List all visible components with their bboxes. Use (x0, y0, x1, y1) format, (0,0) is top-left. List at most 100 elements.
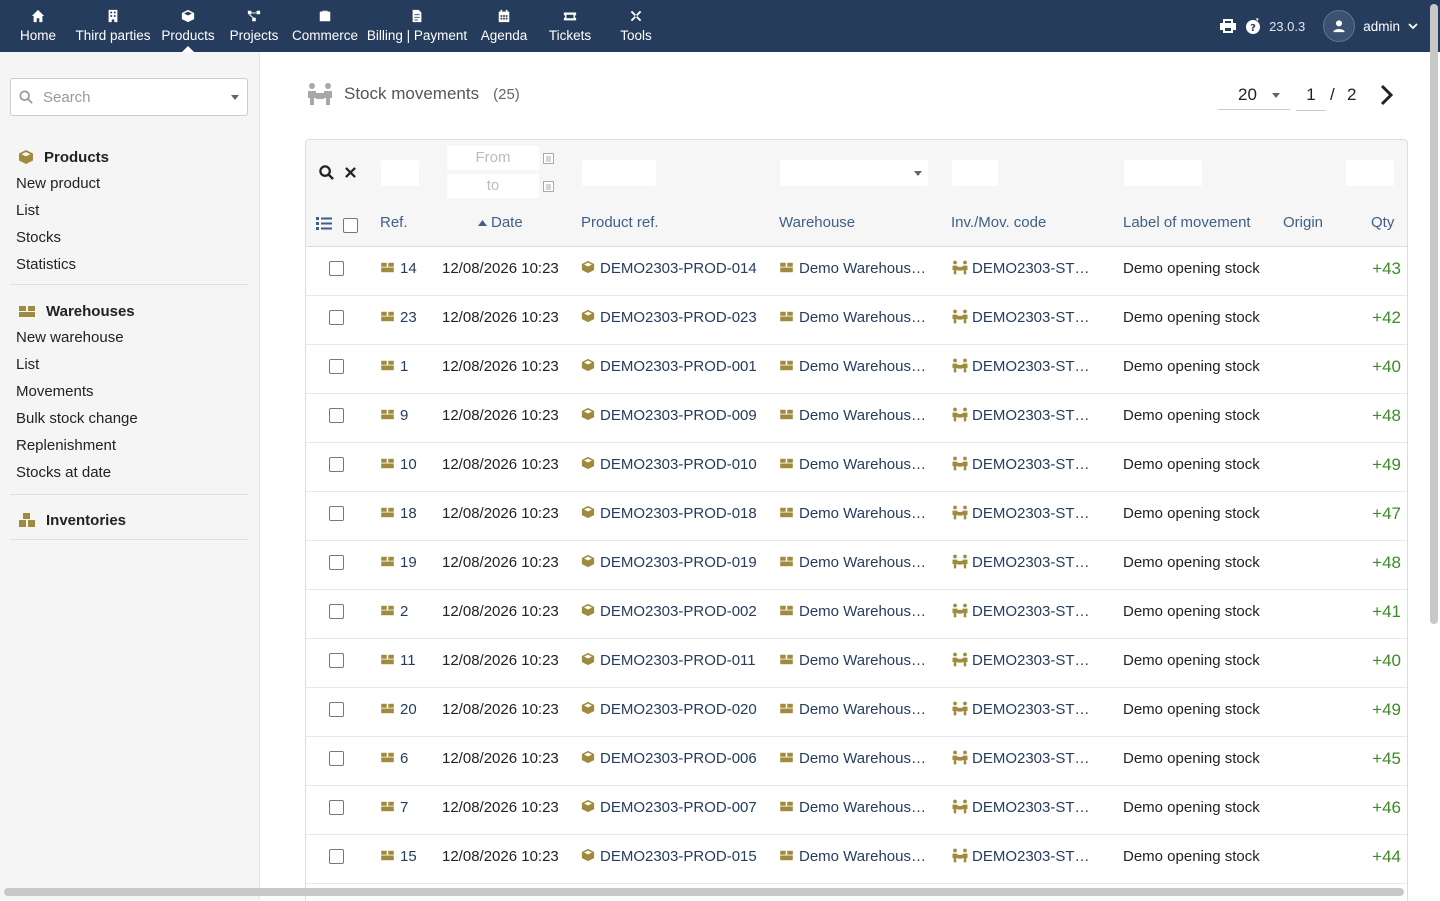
cell-product-link[interactable]: DEMO2303-PROD-019 (581, 540, 757, 589)
nav-projects[interactable]: Projects (228, 0, 280, 52)
cell-ref-link[interactable]: 1 (380, 344, 408, 393)
search-icon[interactable] (319, 165, 334, 180)
column-header-origin[interactable]: Origin (1283, 206, 1323, 246)
cell-inv-code-link[interactable]: DEMO2303-ST… (951, 589, 1090, 638)
cell-inv-code-link[interactable]: DEMO2303-ST… (951, 638, 1090, 687)
row-checkbox[interactable] (329, 457, 344, 472)
column-header-label[interactable]: Label of movement (1123, 206, 1251, 246)
cell-ref-link[interactable]: 15 (380, 834, 417, 883)
row-checkbox[interactable] (329, 702, 344, 717)
menu-inventories-title[interactable]: Inventories (10, 507, 248, 533)
row-checkbox[interactable] (329, 408, 344, 423)
row-checkbox[interactable] (329, 751, 344, 766)
vertical-scrollbar[interactable] (1430, 4, 1438, 624)
menu-link-bulk-stock-change[interactable]: Bulk stock change (10, 405, 248, 432)
next-page-icon[interactable] (1378, 84, 1396, 106)
row-checkbox[interactable] (329, 506, 344, 521)
cell-warehouse-link[interactable]: Demo Warehous… (779, 834, 926, 883)
cell-product-link[interactable]: DEMO2303-PROD-002 (581, 589, 757, 638)
filter-date-to[interactable]: to (447, 174, 539, 198)
cell-warehouse-link[interactable]: Demo Warehous… (779, 687, 926, 736)
column-header-warehouse[interactable]: Warehouse (779, 206, 855, 246)
cell-warehouse-link[interactable]: Demo Warehous… (779, 540, 926, 589)
column-header-qty[interactable]: Qty (1371, 206, 1394, 246)
nav-agenda[interactable]: Agenda (478, 0, 530, 52)
cell-product-link[interactable]: DEMO2303-PROD-018 (581, 491, 757, 540)
column-header-inv-code[interactable]: Inv./Mov. code (951, 206, 1046, 246)
cell-ref-link[interactable]: 10 (380, 442, 417, 491)
sort-ascending-icon[interactable] (478, 220, 487, 226)
row-checkbox[interactable] (329, 653, 344, 668)
cell-ref-link[interactable]: 23 (380, 295, 417, 344)
cell-inv-code-link[interactable]: DEMO2303-ST… (951, 344, 1090, 393)
cell-inv-code-link[interactable]: DEMO2303-ST… (951, 540, 1090, 589)
row-checkbox[interactable] (329, 261, 344, 276)
search-box[interactable] (10, 78, 248, 116)
cell-warehouse-link[interactable]: Demo Warehous… (779, 393, 926, 442)
clear-filters-icon[interactable] (345, 167, 356, 178)
select-all-checkbox[interactable] (343, 218, 358, 233)
cell-warehouse-link[interactable]: Demo Warehous… (779, 344, 926, 393)
nav-tools[interactable]: Tools (616, 0, 656, 52)
cell-product-link[interactable]: DEMO2303-PROD-007 (581, 785, 757, 834)
cell-warehouse-link[interactable]: Demo Warehous… (779, 736, 926, 785)
cell-inv-code-link[interactable]: DEMO2303-ST… (951, 687, 1090, 736)
menu-link-replenishment[interactable]: Replenishment (10, 432, 248, 459)
cell-product-link[interactable]: DEMO2303-PROD-009 (581, 393, 757, 442)
cell-product-link[interactable]: DEMO2303-PROD-023 (581, 295, 757, 344)
filter-product-ref[interactable] (582, 160, 656, 186)
page-current-input[interactable]: 1 (1296, 80, 1326, 111)
cell-product-link[interactable]: DEMO2303-PROD-001 (581, 344, 757, 393)
cell-product-link[interactable]: DEMO2303-PROD-011 (581, 638, 756, 687)
menu-link-products-list[interactable]: List (10, 197, 248, 224)
cell-inv-code-link[interactable]: DEMO2303-ST… (951, 491, 1090, 540)
cell-product-link[interactable]: DEMO2303-PROD-015 (581, 834, 757, 883)
menu-products-title[interactable]: Products (10, 144, 248, 170)
search-dropdown-caret[interactable] (231, 95, 239, 100)
nav-commerce[interactable]: Commerce (290, 0, 360, 52)
cell-inv-code-link[interactable]: DEMO2303-ST… (951, 442, 1090, 491)
nav-tickets[interactable]: Tickets (544, 0, 596, 52)
column-header-date[interactable]: Date (491, 206, 523, 246)
row-checkbox[interactable] (329, 849, 344, 864)
search-input[interactable] (41, 87, 215, 107)
page-size-select[interactable]: 20 (1218, 80, 1290, 110)
filter-label[interactable] (1124, 160, 1202, 186)
cell-warehouse-link[interactable]: Demo Warehous… (779, 589, 926, 638)
cell-inv-code-link[interactable]: DEMO2303-ST… (951, 393, 1090, 442)
cell-warehouse-link[interactable]: Demo Warehous… (779, 246, 926, 295)
horizontal-scrollbar[interactable] (4, 888, 1404, 896)
cell-ref-link[interactable]: 7 (380, 785, 408, 834)
nav-third-parties[interactable]: Third parties (74, 0, 152, 52)
cell-warehouse-link[interactable]: Demo Warehous… (779, 442, 926, 491)
help-icon[interactable]: ? (1245, 17, 1261, 35)
nav-billing-payment[interactable]: Billing | Payment (366, 0, 468, 52)
cell-product-link[interactable]: DEMO2303-PROD-006 (581, 736, 757, 785)
nav-products[interactable]: Products (160, 0, 216, 52)
filter-inv-code[interactable] (952, 160, 998, 186)
row-checkbox[interactable] (329, 359, 344, 374)
menu-link-statistics[interactable]: Statistics (10, 251, 248, 278)
filter-date-from[interactable]: From (447, 146, 539, 170)
cell-ref-link[interactable]: 18 (380, 491, 417, 540)
menu-link-stocks[interactable]: Stocks (10, 224, 248, 251)
cell-ref-link[interactable]: 14 (380, 246, 417, 295)
user-menu[interactable]: admin (1323, 10, 1418, 42)
calendar-icon[interactable] (543, 181, 554, 192)
cell-inv-code-link[interactable]: DEMO2303-ST… (951, 246, 1090, 295)
calendar-icon[interactable] (543, 153, 554, 164)
cell-product-link[interactable]: DEMO2303-PROD-010 (581, 442, 757, 491)
menu-link-warehouses-list[interactable]: List (10, 351, 248, 378)
cell-inv-code-link[interactable]: DEMO2303-ST… (951, 295, 1090, 344)
cell-ref-link[interactable]: 19 (380, 540, 417, 589)
cell-ref-link[interactable]: 6 (380, 736, 408, 785)
row-checkbox[interactable] (329, 604, 344, 619)
cell-inv-code-link[interactable]: DEMO2303-ST… (951, 785, 1090, 834)
list-icon[interactable] (316, 217, 332, 230)
cell-inv-code-link[interactable]: DEMO2303-ST… (951, 736, 1090, 785)
nav-home[interactable]: Home (16, 0, 60, 52)
row-checkbox[interactable] (329, 800, 344, 815)
menu-link-new-warehouse[interactable]: New warehouse (10, 324, 248, 351)
column-header-ref[interactable]: Ref. (380, 206, 408, 246)
printer-icon[interactable] (1219, 18, 1237, 34)
